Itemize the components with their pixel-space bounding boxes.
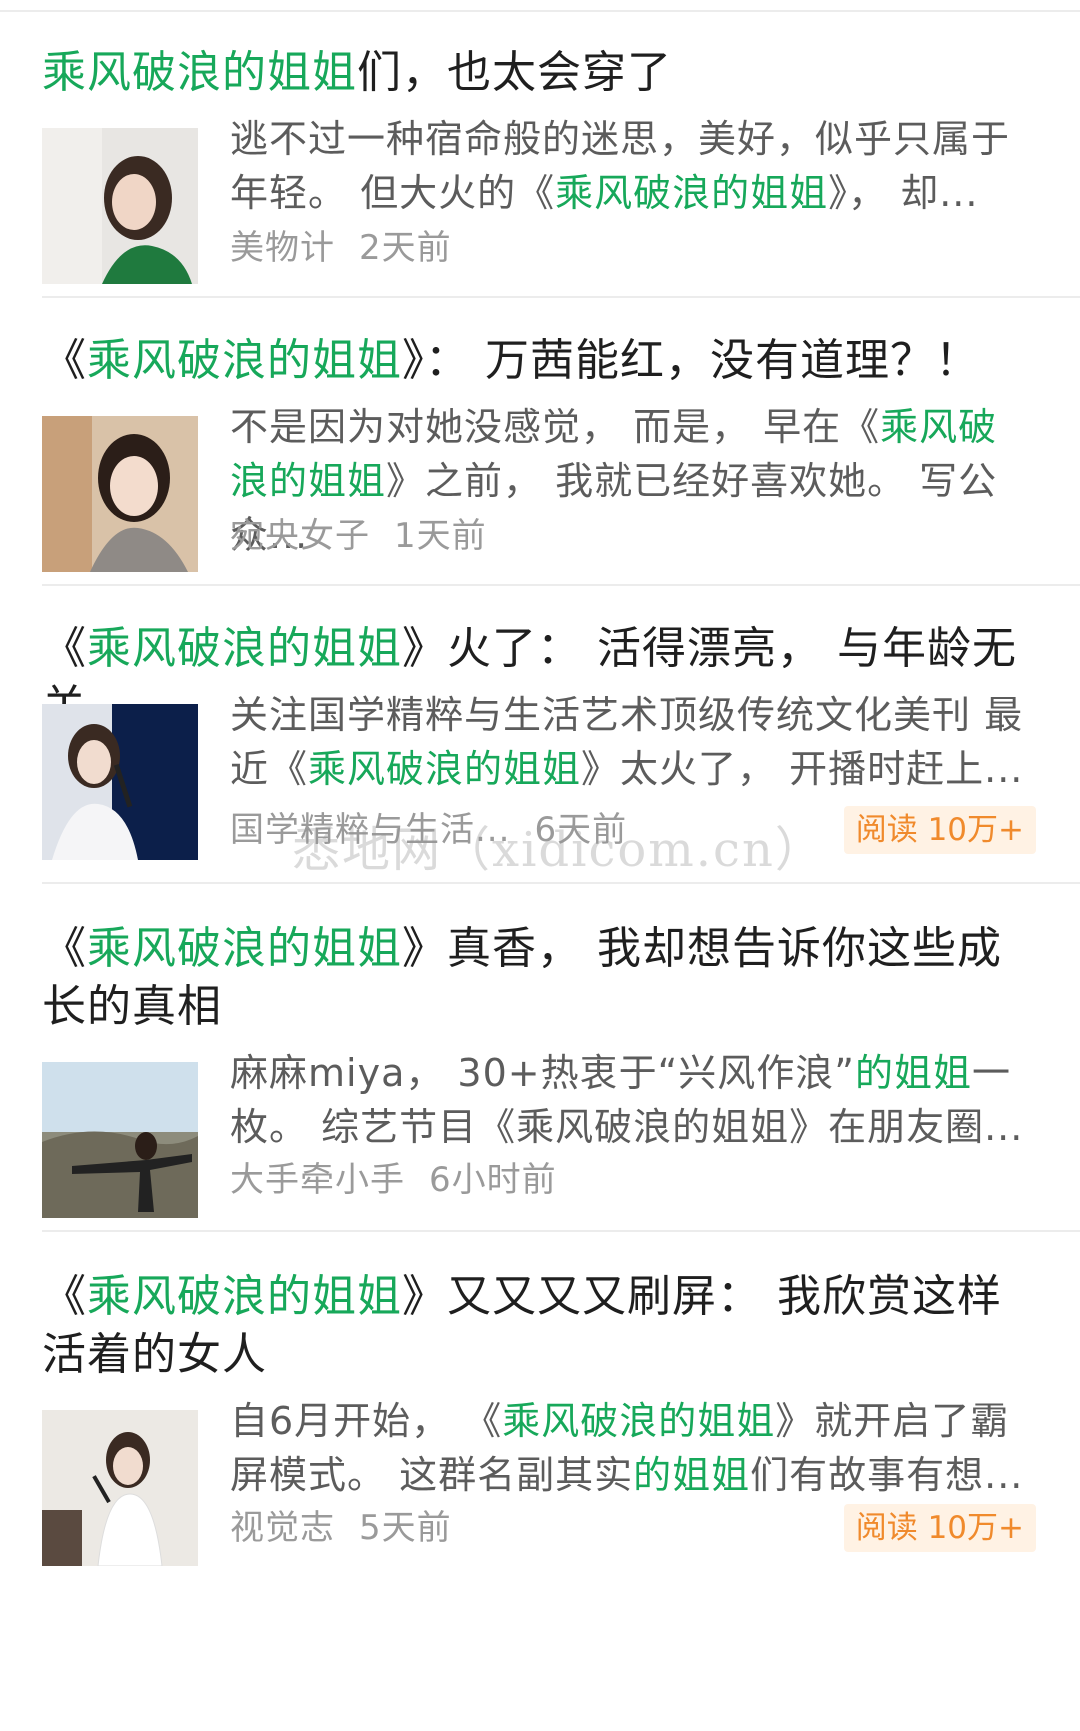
item-divider — [42, 1230, 1080, 1232]
publish-time: 6天前 — [534, 810, 628, 850]
title-text: 》： 万茜能红，没有道理？！ — [402, 335, 980, 386]
title-text: 《 — [42, 623, 87, 674]
article-meta: 视觉志 5天前 — [230, 1506, 840, 1550]
title-keyword: 乘风破浪的姐姐 — [87, 623, 402, 674]
top-divider — [0, 0, 1080, 12]
source-name[interactable]: 美物计 — [230, 228, 335, 268]
snippet-keyword: 的姐姐 — [633, 1453, 751, 1497]
item-divider — [42, 296, 1080, 298]
title-keyword: 乘风破浪的姐姐 — [87, 923, 402, 974]
article-snippet: 关注国学精粹与生活艺术顶级传统文化美刊 最近《乘风破浪的姐姐》太火了， 开播时赶… — [230, 688, 1036, 796]
title-keyword: 乘风破浪的姐姐 — [87, 1271, 402, 1322]
title-text: 《 — [42, 335, 87, 386]
article-thumbnail[interactable] — [42, 416, 198, 572]
snippet-text: 不是因为对她没感觉， 而是， 早在《 — [230, 405, 881, 449]
read-count-badge: 阅读 10万+ — [843, 806, 1036, 854]
article-title[interactable]: 《乘风破浪的姐姐》真香， 我却想告诉你这些成长的真相 — [42, 920, 1044, 1036]
item-divider — [42, 584, 1080, 586]
source-name[interactable]: 大手牵小手 — [230, 1160, 405, 1200]
item-divider — [42, 882, 1080, 884]
article-thumbnail[interactable] — [42, 128, 198, 284]
snippet-text: 们有故事有想... — [750, 1453, 1024, 1497]
read-count-badge: 阅读 10万+ — [843, 1504, 1036, 1552]
source-name[interactable]: 宛央女子 — [230, 516, 370, 556]
snippet-text: 麻麻miya， 30+热衷于“兴风作浪” — [230, 1051, 855, 1095]
publish-time: 5天前 — [359, 1508, 452, 1548]
snippet-keyword: 的姐姐 — [855, 1051, 973, 1095]
snippet-text: 》太火了， 开播时赶上... — [581, 747, 1024, 791]
source-name[interactable]: 国学精粹与生活... — [230, 810, 510, 850]
article-meta: 宛央女子 1天前 — [230, 514, 1036, 558]
publish-time: 1天前 — [394, 516, 487, 556]
article-title[interactable]: 《乘风破浪的姐姐》： 万茜能红，没有道理？！ — [42, 332, 1044, 390]
article-thumbnail[interactable] — [42, 1410, 198, 1566]
article-meta: 美物计 2天前 — [230, 226, 1036, 270]
publish-time: 6小时前 — [429, 1160, 557, 1200]
article-snippet: 自6月开始， 《乘风破浪的姐姐》就开启了霸屏模式。 这群名副其实的姐姐们有故事有… — [230, 1394, 1036, 1502]
article-title[interactable]: 《乘风破浪的姐姐》又又又又刷屏： 我欣赏这样活着的女人 — [42, 1268, 1044, 1384]
snippet-text: 》， 却... — [828, 171, 979, 215]
title-keyword: 乘风破浪的姐姐 — [87, 335, 402, 386]
snippet-keyword: 乘风破浪的姐姐 — [555, 171, 829, 215]
snippet-keyword: 乘风破浪的姐姐 — [502, 1399, 776, 1443]
article-title[interactable]: 乘风破浪的姐姐们，也太会穿了 — [42, 44, 1044, 102]
article-thumbnail[interactable] — [42, 704, 198, 860]
snippet-text: 自6月开始， 《 — [230, 1399, 503, 1443]
title-text: 《 — [42, 1271, 87, 1322]
publish-time: 2天前 — [359, 228, 452, 268]
title-text: 们，也太会穿了 — [357, 47, 672, 98]
article-meta: 国学精粹与生活... 6天前 — [230, 808, 840, 852]
article-snippet: 麻麻miya， 30+热衷于“兴风作浪”的姐姐一枚。 综艺节目《乘风破浪的姐姐》… — [230, 1046, 1036, 1154]
source-name[interactable]: 视觉志 — [230, 1508, 335, 1548]
title-keyword: 乘风破浪的姐姐 — [42, 47, 357, 98]
title-text: 《 — [42, 923, 87, 974]
article-thumbnail[interactable] — [42, 1062, 198, 1218]
article-snippet: 逃不过一种宿命般的迷思，美好，似乎只属于年轻。 但大火的《乘风破浪的姐姐》， 却… — [230, 112, 1036, 220]
article-meta: 大手牵小手 6小时前 — [230, 1158, 1036, 1202]
snippet-keyword: 乘风破浪的姐姐 — [308, 747, 582, 791]
